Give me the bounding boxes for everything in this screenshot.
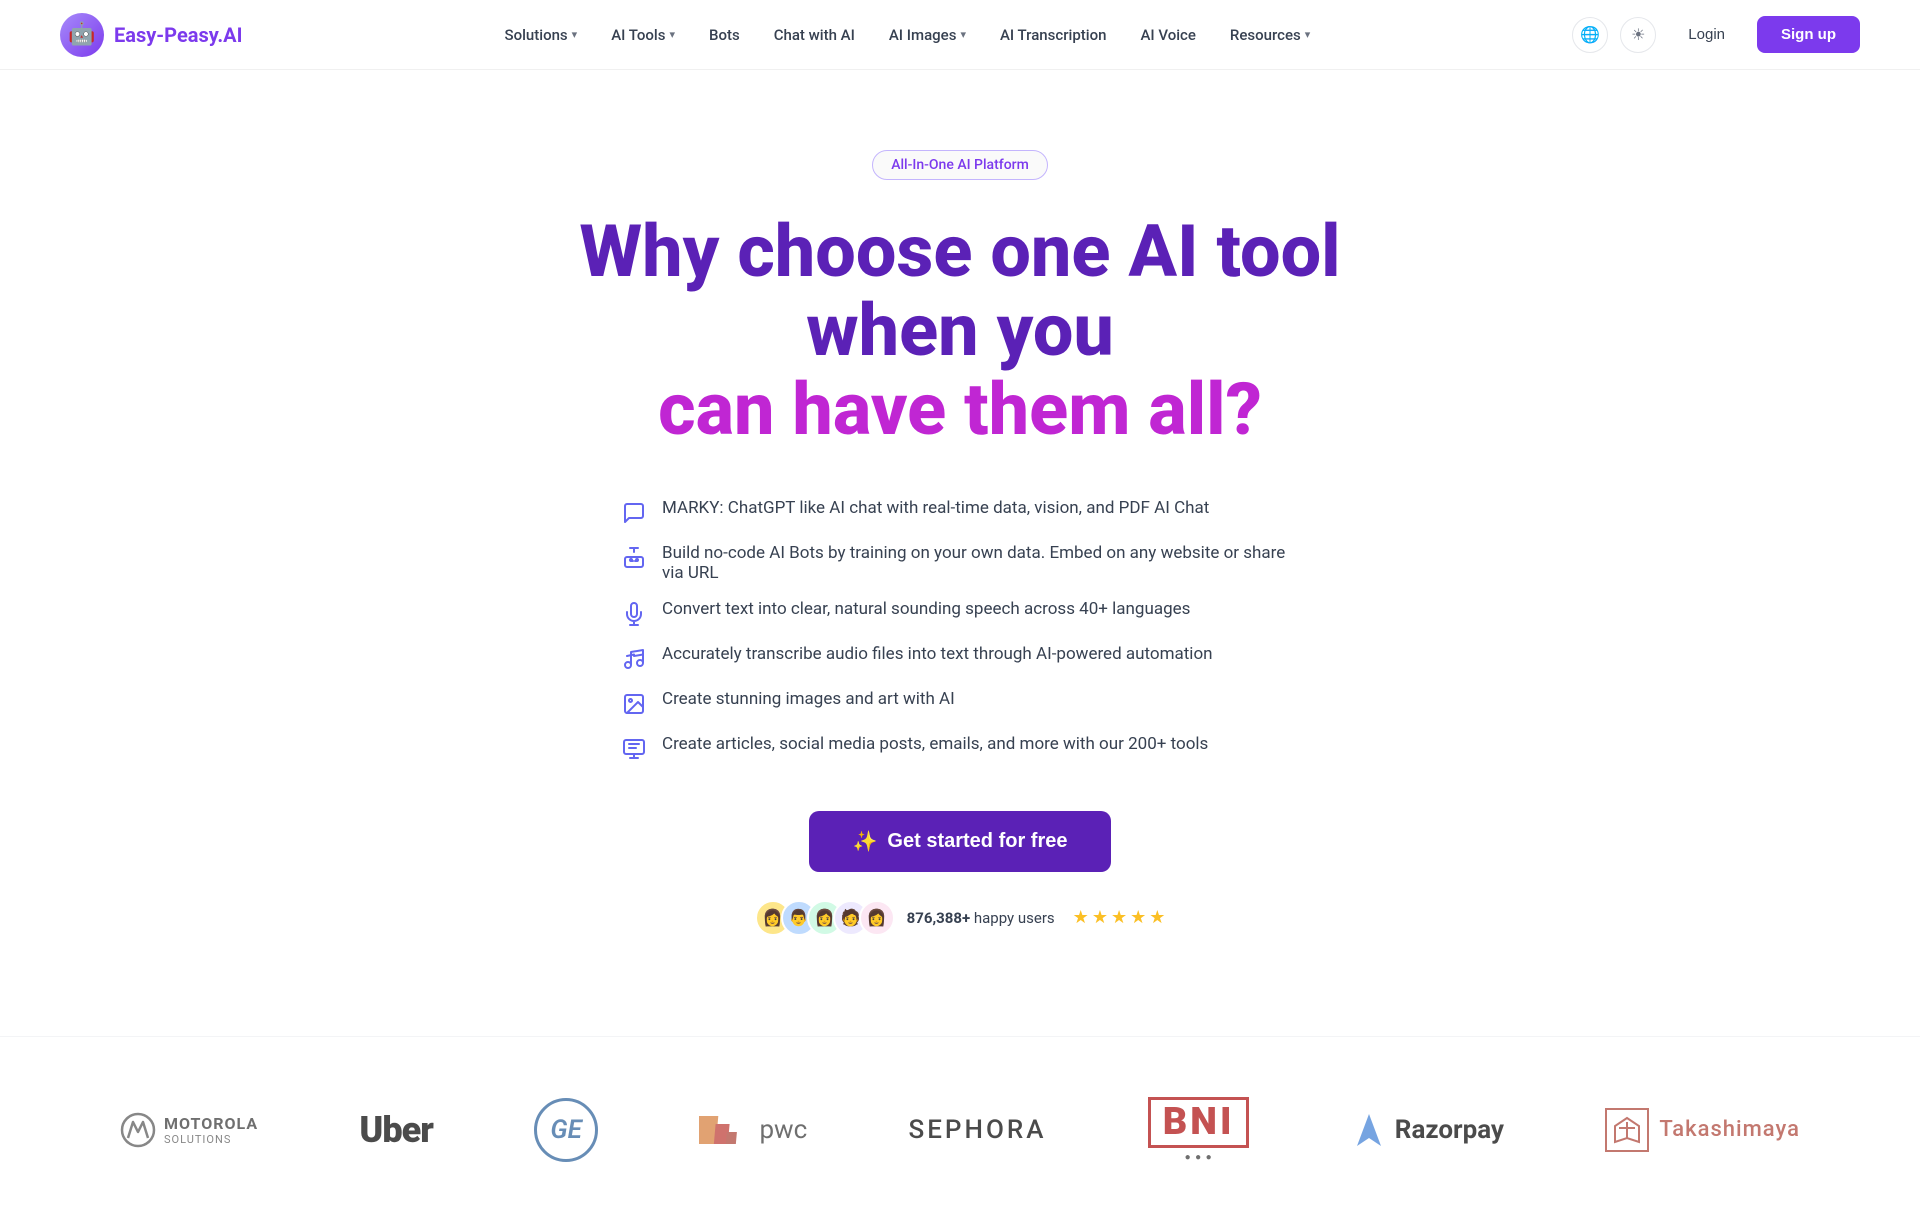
cta-button[interactable]: ✨ Get started for free	[809, 811, 1112, 872]
ge-logo: GE	[534, 1098, 598, 1162]
logo-text: Easy-Peasy.AI	[114, 23, 242, 47]
nav-ai-transcription[interactable]: AI Transcription	[986, 18, 1120, 52]
theme-toggle-btn[interactable]: ☀	[1620, 17, 1656, 53]
chat-icon	[620, 499, 648, 527]
tools-icon	[620, 735, 648, 763]
list-item: Create articles, social media posts, ema…	[620, 734, 1208, 763]
logos-section: MOTOROLA SOLUTIONS Uber GE pwc SEPHORA	[0, 1036, 1920, 1223]
razorpay-icon	[1351, 1112, 1387, 1148]
star-1: ★	[1073, 907, 1089, 928]
logo-icon: 🤖	[60, 13, 104, 57]
nav-ai-images[interactable]: AI Images ▾	[875, 18, 980, 52]
bot-icon	[620, 544, 648, 572]
list-item: Accurately transcribe audio files into t…	[620, 644, 1213, 673]
hero-heading-line2: can have them all?	[658, 367, 1262, 452]
mic-icon	[620, 600, 648, 628]
image-icon	[620, 690, 648, 718]
navbar-actions: 🌐 ☀ Login Sign up	[1572, 16, 1860, 53]
hero-badge: All-In-One AI Platform	[872, 150, 1048, 180]
nav-ai-tools[interactable]: AI Tools ▾	[597, 18, 689, 52]
hero-heading-line1: Why choose one AI tool when you	[579, 209, 1340, 373]
pwc-logo: pwc	[699, 1108, 807, 1152]
sephora-logo: SEPHORA	[908, 1115, 1046, 1145]
features-list: MARKY: ChatGPT like AI chat with real-ti…	[620, 498, 1300, 763]
navbar: 🤖 Easy-Peasy.AI Solutions ▾ AI Tools ▾ B…	[0, 0, 1920, 70]
star-2: ★	[1092, 907, 1108, 928]
audio-icon	[620, 645, 648, 673]
star-4: ★	[1130, 907, 1146, 928]
razorpay-logo: Razorpay	[1351, 1112, 1504, 1148]
avatars-group: 👩 👨 👩 🧑 👩	[755, 900, 895, 936]
nav-chat-with-ai[interactable]: Chat with AI	[760, 18, 869, 52]
star-rating: ★ ★ ★ ★ ★	[1073, 907, 1166, 928]
nav-bots[interactable]: Bots	[695, 18, 754, 52]
hero-section: All-In-One AI Platform Why choose one AI…	[0, 70, 1920, 996]
brand-logo[interactable]: 🤖 Easy-Peasy.AI	[60, 13, 242, 57]
nav-solutions[interactable]: Solutions ▾	[491, 18, 592, 52]
star-3: ★	[1111, 907, 1127, 928]
signup-button[interactable]: Sign up	[1757, 16, 1860, 53]
globe-icon-btn[interactable]: 🌐	[1572, 17, 1608, 53]
navbar-nav: Solutions ▾ AI Tools ▾ Bots Chat with AI…	[491, 18, 1325, 52]
list-item: Build no-code AI Bots by training on you…	[620, 543, 1300, 583]
hero-heading: Why choose one AI tool when you can have…	[510, 212, 1410, 450]
sparkle-icon: ✨	[853, 829, 878, 854]
takashimaya-logo: Takashimaya	[1605, 1108, 1800, 1152]
bni-logo: BNI ● ● ●	[1148, 1097, 1250, 1164]
chevron-down-icon: ▾	[669, 28, 675, 41]
chevron-down-icon: ▾	[1305, 28, 1311, 41]
social-proof: 👩 👨 👩 🧑 👩 876,388+ happy users ★ ★ ★ ★ ★	[755, 900, 1166, 936]
login-button[interactable]: Login	[1668, 18, 1745, 51]
chevron-down-icon: ▾	[960, 28, 966, 41]
happy-users-text: 876,388+ happy users	[907, 909, 1055, 927]
logos-row: MOTOROLA SOLUTIONS Uber GE pwc SEPHORA	[120, 1097, 1800, 1164]
list-item: MARKY: ChatGPT like AI chat with real-ti…	[620, 498, 1209, 527]
nav-ai-voice[interactable]: AI Voice	[1126, 18, 1209, 52]
list-item: Create stunning images and art with AI	[620, 689, 955, 718]
motorola-icon	[120, 1112, 156, 1148]
motorola-logo: MOTOROLA SOLUTIONS	[120, 1112, 258, 1148]
chevron-down-icon: ▾	[572, 28, 578, 41]
nav-resources[interactable]: Resources ▾	[1216, 18, 1324, 52]
list-item: Convert text into clear, natural soundin…	[620, 599, 1190, 628]
uber-logo: Uber	[359, 1109, 432, 1151]
avatar: 👩	[859, 900, 895, 936]
star-5: ★	[1149, 907, 1165, 928]
